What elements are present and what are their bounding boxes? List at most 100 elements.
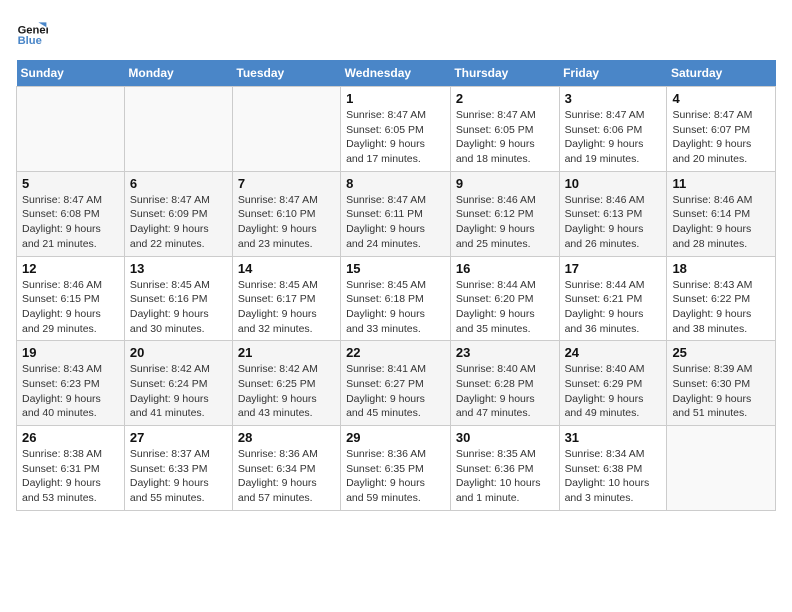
page-header: General Blue xyxy=(16,16,776,48)
calendar-cell: 27Sunrise: 8:37 AM Sunset: 6:33 PM Dayli… xyxy=(124,426,232,511)
day-info: Sunrise: 8:47 AM Sunset: 6:05 PM Dayligh… xyxy=(346,108,445,167)
calendar-cell: 20 Sunrise: 8:42 AM Sunset: 6:24 PM Dayli… xyxy=(124,341,232,426)
logo-icon: General Blue xyxy=(16,16,48,48)
calendar-cell: 23 Sunrise: 8:40 AM Sunset: 6:28 PM Dayli… xyxy=(450,341,559,426)
calendar-cell: 30 Sunrise: 8:35 AM Sunset: 6:36 PM Dayli… xyxy=(450,426,559,511)
calendar-cell: 10 Sunrise: 8:46 AM Sunset: 6:13 PM Dayli… xyxy=(559,171,667,256)
calendar-week-row: 19 Sunrise: 8:43 AM Sunset: 6:23 PM Dayli… xyxy=(17,341,776,426)
day-info: Sunrise: 8:36 AM Sunset: 6:34 PM Dayligh… xyxy=(238,447,335,506)
day-info: Sunrise: 8:46 AM Sunset: 6:14 PM Dayligh… xyxy=(672,193,770,252)
day-number: 17 xyxy=(565,261,662,276)
day-number: 12 xyxy=(22,261,119,276)
calendar-cell: 22 Sunrise: 8:41 AM Sunset: 6:27 PM Dayli… xyxy=(341,341,451,426)
day-header-thursday: Thursday xyxy=(450,60,559,87)
calendar-cell: 2 Sunrise: 8:47 AM Sunset: 6:05 PM Daylig… xyxy=(450,87,559,172)
calendar-cell: 1 Sunrise: 8:47 AM Sunset: 6:05 PM Daylig… xyxy=(341,87,451,172)
day-number: 3 xyxy=(565,91,662,106)
day-number: 20 xyxy=(130,345,227,360)
calendar-cell: 14Sunrise: 8:45 AM Sunset: 6:17 PM Dayli… xyxy=(232,256,340,341)
day-info: Sunrise: 8:44 AM Sunset: 6:21 PM Dayligh… xyxy=(565,278,662,337)
calendar-cell: 8 Sunrise: 8:47 AM Sunset: 6:11 PM Daylig… xyxy=(341,171,451,256)
day-number: 6 xyxy=(130,176,227,191)
day-number: 24 xyxy=(565,345,662,360)
day-number: 1 xyxy=(346,91,445,106)
day-info: Sunrise: 8:43 AM Sunset: 6:23 PM Dayligh… xyxy=(22,362,119,421)
day-info: Sunrise: 8:47 AM Sunset: 6:05 PM Dayligh… xyxy=(456,108,554,167)
day-info: Sunrise: 8:44 AM Sunset: 6:20 PM Dayligh… xyxy=(456,278,554,337)
day-info: Sunrise: 8:43 AM Sunset: 6:22 PM Dayligh… xyxy=(672,278,770,337)
day-number: 27 xyxy=(130,430,227,445)
day-number: 8 xyxy=(346,176,445,191)
day-number: 26 xyxy=(22,430,119,445)
day-info: Sunrise: 8:38 AM Sunset: 6:31 PM Dayligh… xyxy=(22,447,119,506)
day-number: 2 xyxy=(456,91,554,106)
day-number: 23 xyxy=(456,345,554,360)
day-info: Sunrise: 8:47 AM Sunset: 6:09 PM Dayligh… xyxy=(130,193,227,252)
calendar-week-row: 12 Sunrise: 8:46 AM Sunset: 6:15 PM Dayli… xyxy=(17,256,776,341)
calendar-cell: 6 Sunrise: 8:47 AM Sunset: 6:09 PM Daylig… xyxy=(124,171,232,256)
calendar-cell: 25 Sunrise: 8:39 AM Sunset: 6:30 PM Dayli… xyxy=(667,341,776,426)
calendar-cell: 24 Sunrise: 8:40 AM Sunset: 6:29 PM Dayli… xyxy=(559,341,667,426)
calendar-cell: 5Sunrise: 8:47 AM Sunset: 6:08 PM Daylig… xyxy=(17,171,125,256)
day-number: 30 xyxy=(456,430,554,445)
day-info: Sunrise: 8:42 AM Sunset: 6:24 PM Dayligh… xyxy=(130,362,227,421)
day-header-sunday: Sunday xyxy=(17,60,125,87)
calendar-cell xyxy=(124,87,232,172)
day-number: 7 xyxy=(238,176,335,191)
day-info: Sunrise: 8:45 AM Sunset: 6:17 PM Dayligh… xyxy=(238,278,335,337)
calendar-week-row: 5Sunrise: 8:47 AM Sunset: 6:08 PM Daylig… xyxy=(17,171,776,256)
day-info: Sunrise: 8:41 AM Sunset: 6:27 PM Dayligh… xyxy=(346,362,445,421)
day-info: Sunrise: 8:39 AM Sunset: 6:30 PM Dayligh… xyxy=(672,362,770,421)
day-info: Sunrise: 8:35 AM Sunset: 6:36 PM Dayligh… xyxy=(456,447,554,506)
day-info: Sunrise: 8:47 AM Sunset: 6:08 PM Dayligh… xyxy=(22,193,119,252)
calendar-cell: 21 Sunrise: 8:42 AM Sunset: 6:25 PM Dayli… xyxy=(232,341,340,426)
calendar-cell: 18Sunrise: 8:43 AM Sunset: 6:22 PM Dayli… xyxy=(667,256,776,341)
day-number: 15 xyxy=(346,261,445,276)
calendar-cell: 16 Sunrise: 8:44 AM Sunset: 6:20 PM Dayli… xyxy=(450,256,559,341)
day-info: Sunrise: 8:45 AM Sunset: 6:18 PM Dayligh… xyxy=(346,278,445,337)
day-header-monday: Monday xyxy=(124,60,232,87)
day-info: Sunrise: 8:42 AM Sunset: 6:25 PM Dayligh… xyxy=(238,362,335,421)
calendar-cell: 12 Sunrise: 8:46 AM Sunset: 6:15 PM Dayli… xyxy=(17,256,125,341)
day-number: 16 xyxy=(456,261,554,276)
calendar-cell: 3 Sunrise: 8:47 AM Sunset: 6:06 PM Daylig… xyxy=(559,87,667,172)
calendar-cell: 7 Sunrise: 8:47 AM Sunset: 6:10 PM Daylig… xyxy=(232,171,340,256)
day-header-friday: Friday xyxy=(559,60,667,87)
calendar-cell: 13Sunrise: 8:45 AM Sunset: 6:16 PM Dayli… xyxy=(124,256,232,341)
day-number: 28 xyxy=(238,430,335,445)
calendar-cell: 19 Sunrise: 8:43 AM Sunset: 6:23 PM Dayli… xyxy=(17,341,125,426)
day-number: 31 xyxy=(565,430,662,445)
calendar-table: SundayMondayTuesdayWednesdayThursdayFrid… xyxy=(16,60,776,511)
calendar-cell xyxy=(232,87,340,172)
day-number: 25 xyxy=(672,345,770,360)
calendar-week-row: 26 Sunrise: 8:38 AM Sunset: 6:31 PM Dayli… xyxy=(17,426,776,511)
calendar-cell: 29 Sunrise: 8:36 AM Sunset: 6:35 PM Dayli… xyxy=(341,426,451,511)
day-info: Sunrise: 8:47 AM Sunset: 6:11 PM Dayligh… xyxy=(346,193,445,252)
svg-text:Blue: Blue xyxy=(18,35,42,47)
logo: General Blue xyxy=(16,16,52,48)
calendar-cell: 15 Sunrise: 8:45 AM Sunset: 6:18 PM Dayli… xyxy=(341,256,451,341)
day-info: Sunrise: 8:36 AM Sunset: 6:35 PM Dayligh… xyxy=(346,447,445,506)
calendar-cell: 4Sunrise: 8:47 AM Sunset: 6:07 PM Daylig… xyxy=(667,87,776,172)
calendar-cell: 26 Sunrise: 8:38 AM Sunset: 6:31 PM Dayli… xyxy=(17,426,125,511)
day-number: 10 xyxy=(565,176,662,191)
day-info: Sunrise: 8:46 AM Sunset: 6:12 PM Dayligh… xyxy=(456,193,554,252)
day-info: Sunrise: 8:47 AM Sunset: 6:07 PM Dayligh… xyxy=(672,108,770,167)
calendar-cell: 17 Sunrise: 8:44 AM Sunset: 6:21 PM Dayli… xyxy=(559,256,667,341)
day-info: Sunrise: 8:46 AM Sunset: 6:15 PM Dayligh… xyxy=(22,278,119,337)
day-number: 29 xyxy=(346,430,445,445)
day-info: Sunrise: 8:40 AM Sunset: 6:29 PM Dayligh… xyxy=(565,362,662,421)
day-info: Sunrise: 8:40 AM Sunset: 6:28 PM Dayligh… xyxy=(456,362,554,421)
day-info: Sunrise: 8:45 AM Sunset: 6:16 PM Dayligh… xyxy=(130,278,227,337)
day-number: 9 xyxy=(456,176,554,191)
calendar-cell: 11Sunrise: 8:46 AM Sunset: 6:14 PM Dayli… xyxy=(667,171,776,256)
day-info: Sunrise: 8:47 AM Sunset: 6:10 PM Dayligh… xyxy=(238,193,335,252)
day-header-saturday: Saturday xyxy=(667,60,776,87)
day-info: Sunrise: 8:46 AM Sunset: 6:13 PM Dayligh… xyxy=(565,193,662,252)
day-number: 21 xyxy=(238,345,335,360)
calendar-cell xyxy=(667,426,776,511)
calendar-cell: 31Sunrise: 8:34 AM Sunset: 6:38 PM Dayli… xyxy=(559,426,667,511)
day-number: 22 xyxy=(346,345,445,360)
day-info: Sunrise: 8:47 AM Sunset: 6:06 PM Dayligh… xyxy=(565,108,662,167)
day-number: 19 xyxy=(22,345,119,360)
